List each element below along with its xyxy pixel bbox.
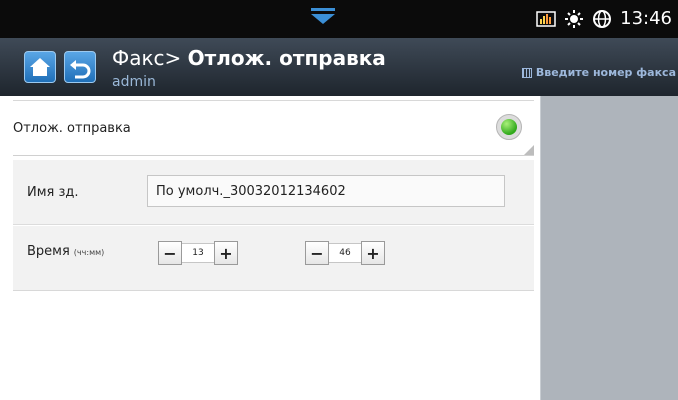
back-button[interactable] — [64, 51, 96, 83]
back-arrow-icon — [70, 60, 91, 79]
brightness-icon — [565, 9, 584, 28]
time-format-hint: (чч:мм) — [73, 248, 105, 257]
time-row: Время (чч:мм) − 13 + − 46 + — [13, 226, 534, 291]
home-button[interactable] — [24, 51, 56, 83]
title-prefix: Факс> — [112, 46, 182, 70]
fax-hint-label: Введите номер факса — [535, 66, 676, 79]
settings-panel: Отлож. отправка Имя зд. По умолч._300320… — [0, 96, 540, 400]
side-pane — [540, 96, 678, 400]
user-name: admin — [112, 74, 156, 90]
clock: 13:46 — [620, 8, 672, 29]
status-bar: 13:46 — [0, 0, 678, 38]
delayed-send-toggle[interactable] — [496, 114, 522, 140]
hour-increase-button[interactable]: + — [214, 241, 238, 265]
minute-decrease-button[interactable]: − — [305, 241, 329, 265]
title-main: Отлож. отправка — [187, 46, 386, 70]
fax-number-hint[interactable]: Введите номер факса — [521, 66, 676, 79]
corner-marker-icon — [524, 145, 534, 155]
time-label: Время (чч:мм) — [27, 244, 104, 259]
page-title: Факс> Отлож. отправка — [112, 46, 386, 70]
time-label-text: Время — [27, 244, 70, 259]
hour-decrease-button[interactable]: − — [158, 241, 182, 265]
job-name-label: Имя зд. — [27, 185, 79, 200]
minute-value[interactable]: 46 — [329, 243, 361, 263]
hour-value[interactable]: 13 — [182, 243, 214, 263]
keypad-icon — [521, 67, 532, 78]
equalizer-icon — [536, 10, 556, 27]
globe-icon — [593, 9, 612, 28]
job-name-row: Имя зд. По умолч._30032012134602 — [13, 160, 534, 225]
minute-increase-button[interactable]: + — [361, 241, 385, 265]
notification-pulldown-icon[interactable] — [311, 8, 335, 24]
hour-stepper: − 13 + — [158, 240, 238, 266]
home-icon — [30, 58, 50, 76]
delayed-send-row[interactable]: Отлож. отправка — [13, 100, 534, 156]
status-icons: 13:46 — [536, 8, 672, 29]
delayed-send-label: Отлож. отправка — [13, 121, 131, 136]
minute-stepper: − 46 + — [305, 240, 385, 266]
job-name-input[interactable]: По умолч._30032012134602 — [147, 175, 505, 207]
